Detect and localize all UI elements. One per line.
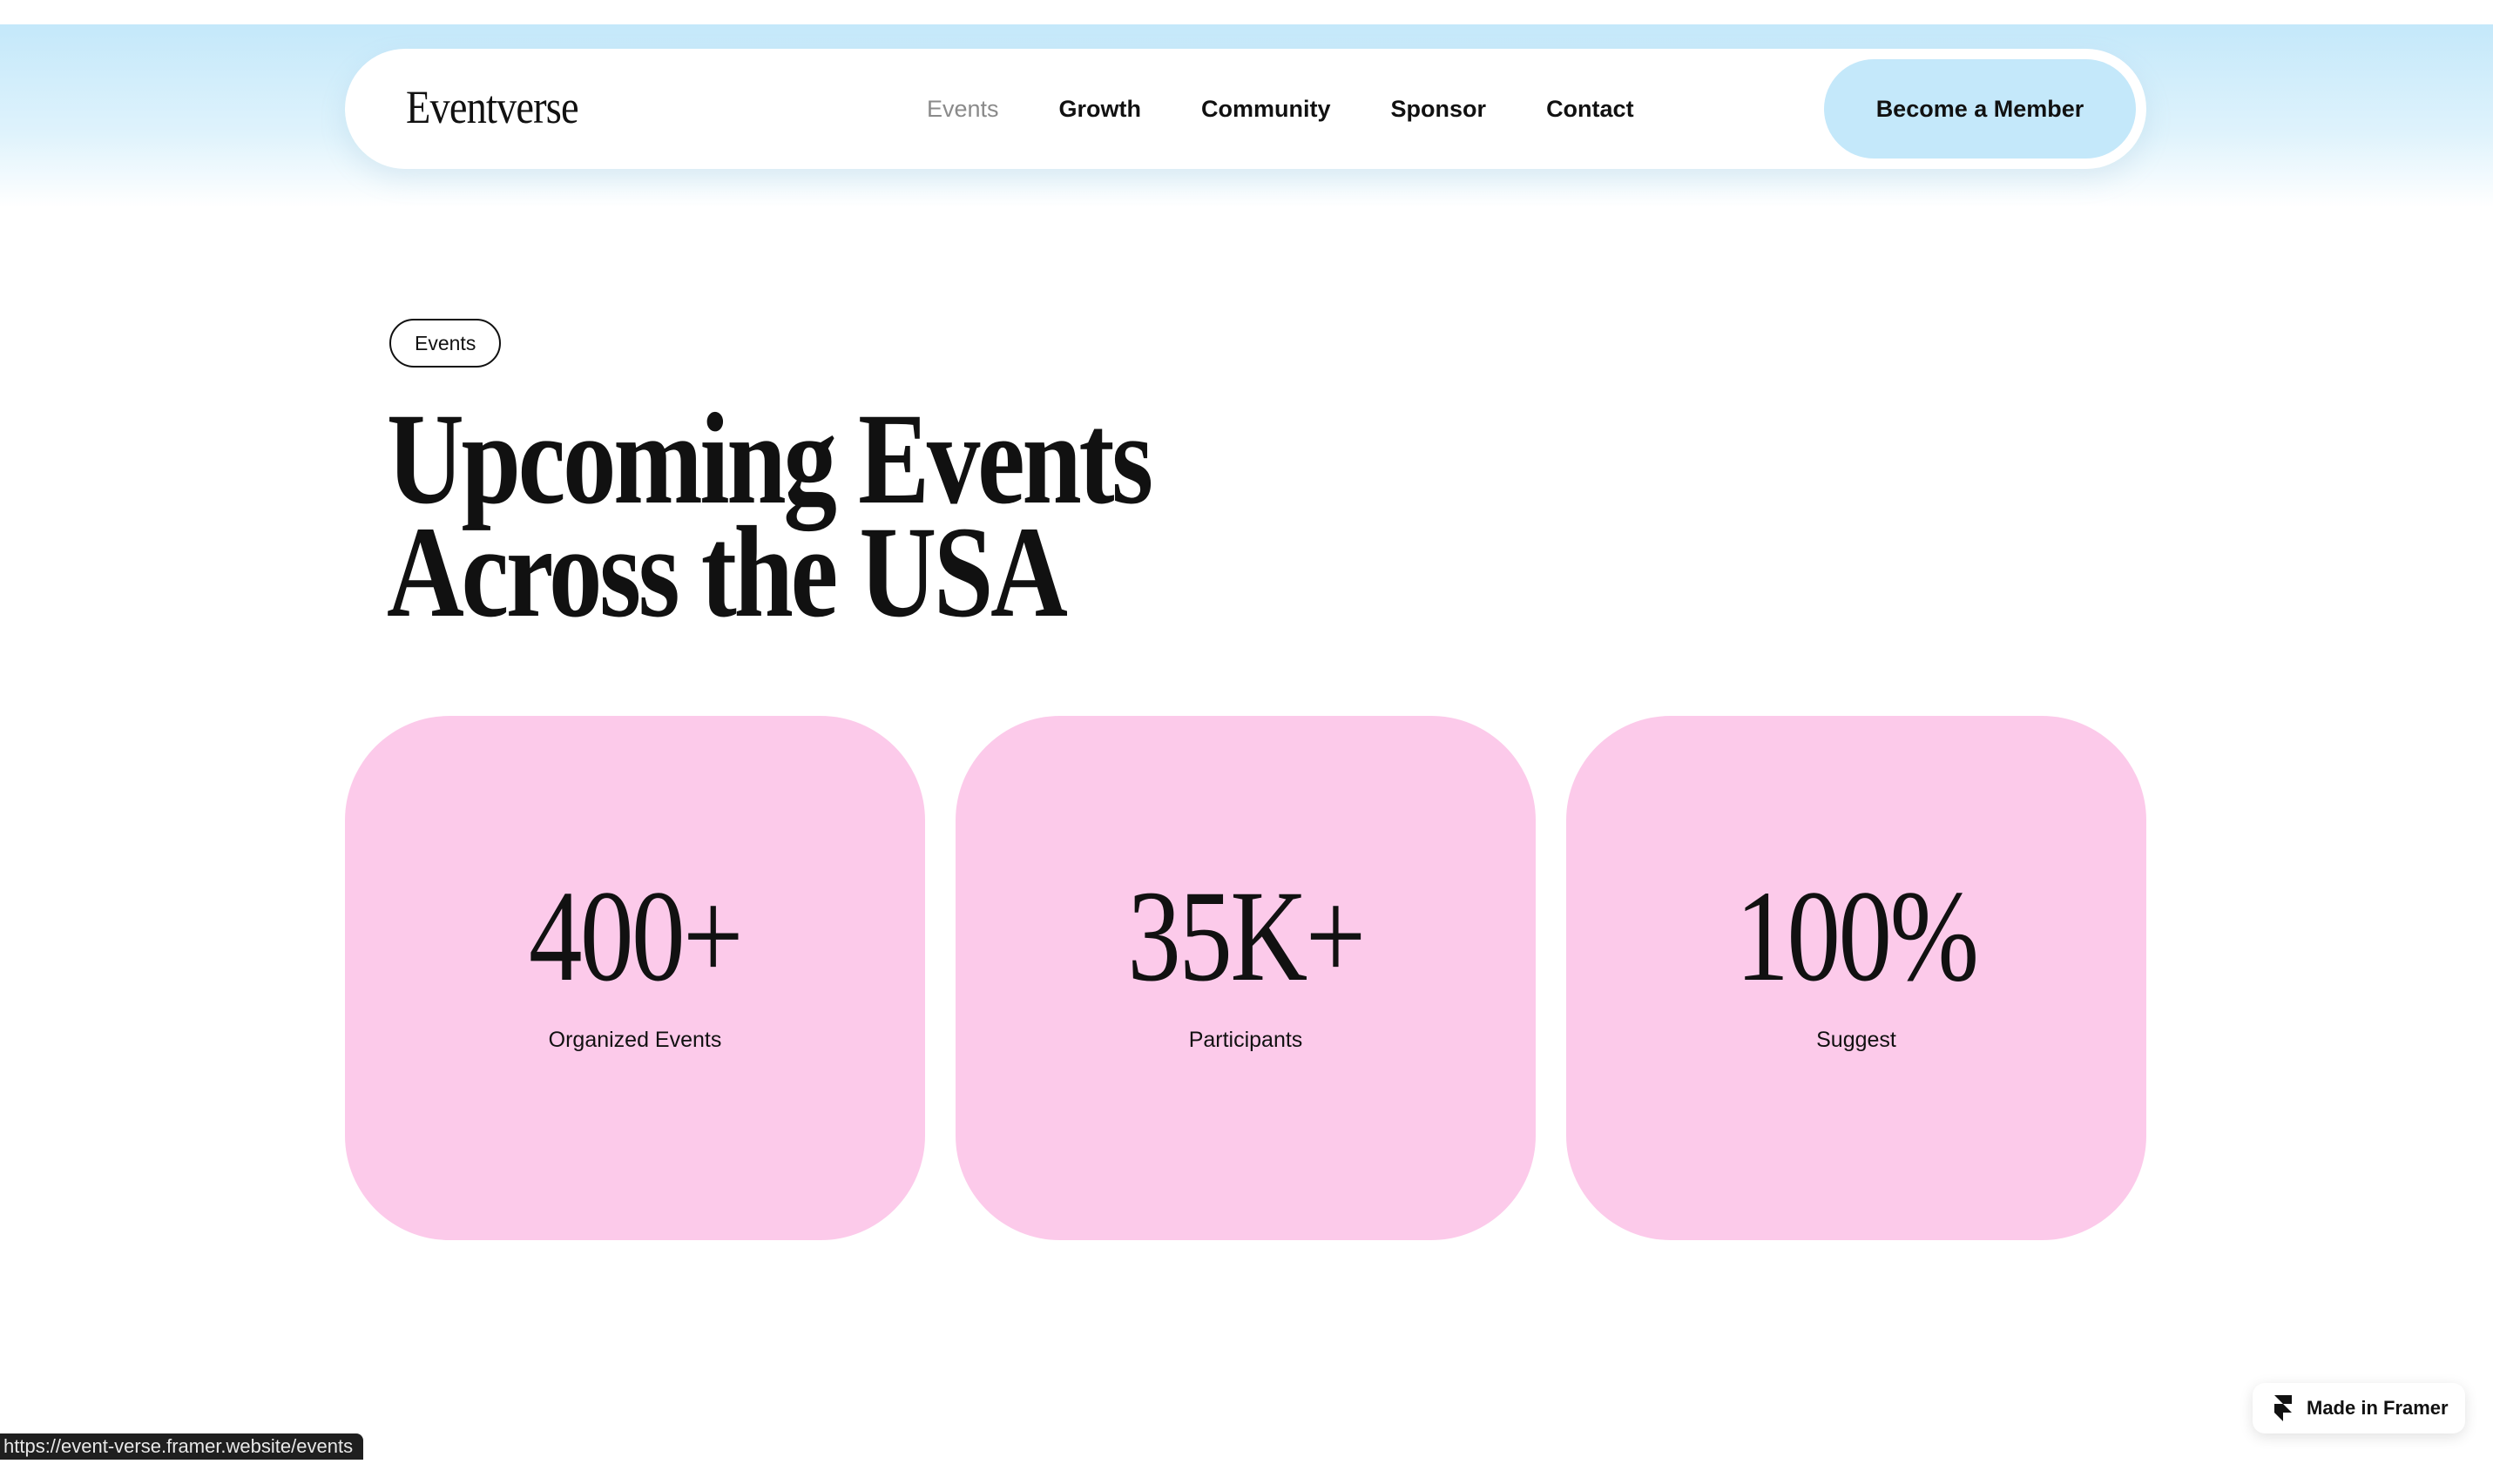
stats-cards: 400+ Organized Events 35K+ Participants …	[345, 716, 2146, 1240]
nav-link-community[interactable]: Community	[1201, 96, 1331, 123]
made-in-framer-badge[interactable]: Made in Framer	[2253, 1383, 2465, 1433]
nav-link-sponsor[interactable]: Sponsor	[1391, 96, 1487, 123]
stat-card-suggest: 100% Suggest	[1566, 716, 2146, 1240]
nav-link-events[interactable]: Events	[927, 96, 999, 123]
navbar: Eventverse Events Growth Community Spons…	[345, 49, 2146, 169]
stat-label: Suggest	[1816, 1028, 1896, 1052]
stat-label: Participants	[1188, 1028, 1303, 1052]
nav-link-growth[interactable]: Growth	[1059, 96, 1142, 123]
made-in-framer-label: Made in Framer	[2307, 1397, 2449, 1419]
stat-value: 400+	[528, 864, 743, 1008]
become-member-button[interactable]: Become a Member	[1824, 59, 2136, 159]
section-tag: Events	[389, 319, 502, 368]
stat-value: 100%	[1735, 864, 1979, 1008]
page-title-line-2: Across the USA	[387, 500, 1068, 644]
stat-card-events: 400+ Organized Events	[345, 716, 925, 1240]
page-title: Upcoming Events Across the USA	[387, 387, 1153, 644]
stat-label: Organized Events	[548, 1028, 722, 1052]
logo[interactable]: Eventverse	[406, 80, 579, 134]
stat-card-participants: 35K+ Participants	[956, 716, 1536, 1240]
stat-value: 35K+	[1127, 864, 1366, 1008]
status-bar-url: https://event-verse.framer.website/event…	[0, 1433, 364, 1460]
nav-link-contact[interactable]: Contact	[1546, 96, 1634, 123]
top-strip	[0, 0, 2493, 24]
page-title-line-1: Upcoming Events	[387, 387, 1153, 531]
framer-icon	[2274, 1395, 2292, 1421]
nav-links: Events Growth Community Sponsor Contact	[927, 49, 1694, 169]
